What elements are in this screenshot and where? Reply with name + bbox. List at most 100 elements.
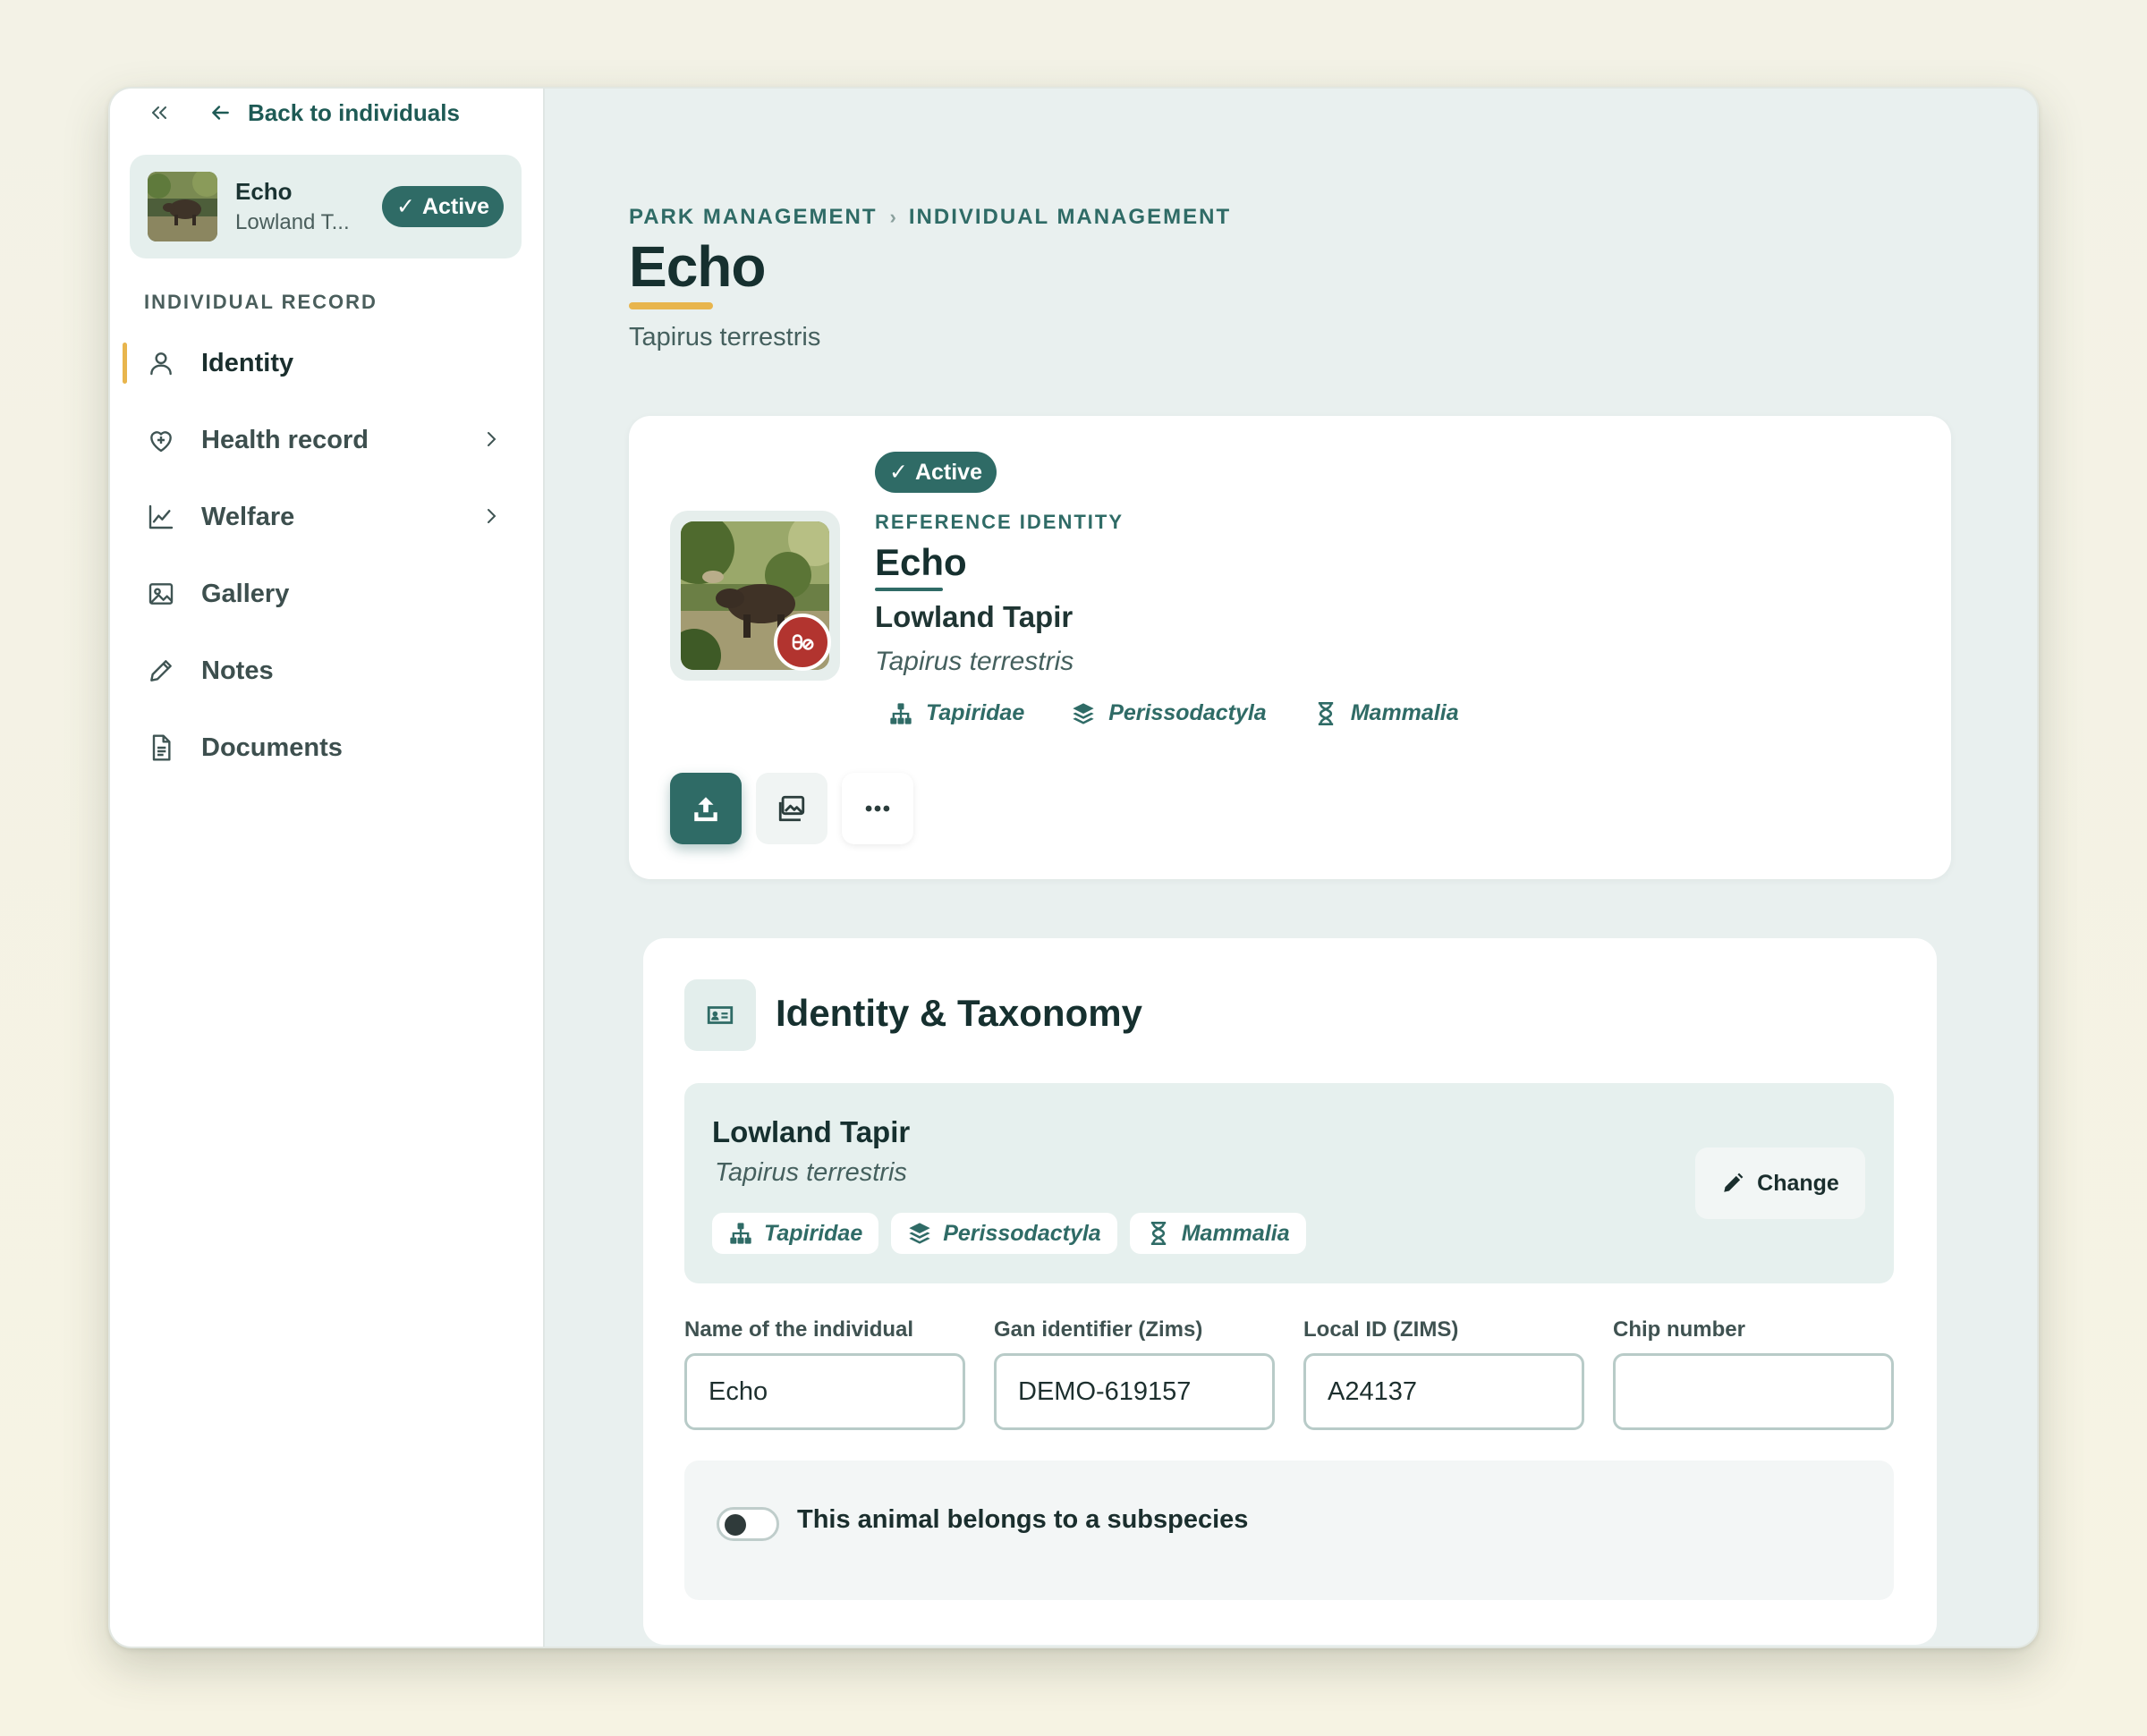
sidebar-item-gallery[interactable]: Gallery [110, 555, 545, 632]
pencil-icon [1724, 1173, 1744, 1192]
species-common-name: Lowland Tapir [712, 1115, 911, 1148]
app-window: Back to individuals Echo Lowland T... ✓ … [108, 87, 2039, 1648]
person-icon [146, 348, 176, 378]
pencil-icon [146, 656, 176, 686]
taxon-label: Mammalia [1350, 700, 1459, 725]
reference-identity-label: REFERENCE IDENTITY [875, 511, 1124, 533]
line-chart-icon [146, 502, 176, 532]
breadcrumb-park-management[interactable]: PARK MANAGEMENT [629, 205, 878, 230]
chevron-right-icon: › [889, 206, 896, 228]
hierarchy-icon [730, 1223, 751, 1244]
check-icon: ✓ [889, 460, 908, 485]
subspecies-toggle[interactable] [717, 1507, 779, 1541]
individual-summary-card[interactable]: Echo Lowland T... ✓ Active [130, 155, 522, 258]
taxon-chip-order: Perissodactyla [891, 1213, 1117, 1254]
sidebar-item-welfare[interactable]: Welfare [110, 478, 545, 555]
individual-name: Echo [235, 178, 293, 205]
gallery-button[interactable] [756, 773, 827, 844]
upload-icon [694, 797, 717, 822]
check-icon: ✓ [396, 194, 415, 219]
taxon-chip-class: Mammalia [1129, 1213, 1306, 1254]
status-label: Active [421, 193, 489, 219]
sidebar-item-notes[interactable]: Notes [110, 632, 545, 709]
gan-identifier-input[interactable] [994, 1353, 1275, 1430]
back-to-individuals-link[interactable]: Back to individuals [208, 99, 460, 127]
back-link-label: Back to individuals [248, 98, 460, 126]
id-card-icon [684, 979, 756, 1051]
sidebar-item-identity[interactable]: Identity [110, 325, 545, 402]
individual-name-input[interactable] [684, 1353, 965, 1430]
layers-icon [909, 1223, 930, 1244]
images-icon [778, 795, 805, 822]
change-species-button[interactable]: Change [1695, 1147, 1865, 1219]
taxon-class: Mammalia [1313, 700, 1459, 726]
collapse-sidebar-icon[interactable] [146, 99, 173, 126]
status-badge: ✓ Active [382, 186, 504, 227]
document-icon [146, 733, 176, 763]
layers-icon [1073, 702, 1094, 724]
sidebar-item-label: Documents [201, 733, 343, 762]
field-gan-identifier: Gan identifier (Zims) [994, 1317, 1275, 1430]
pills-icon[interactable] [774, 614, 831, 671]
field-label: Gan identifier (Zims) [994, 1317, 1203, 1342]
field-local-id: Local ID (ZIMS) [1303, 1317, 1584, 1430]
status-badge: ✓ Active [875, 452, 997, 493]
identity-taxonomy-card: Identity & Taxonomy Lowland Tapir Tapiru… [643, 938, 1937, 1645]
taxon-chip-family: Tapiridae [712, 1213, 879, 1254]
toggle-knob [725, 1514, 746, 1536]
taxonomy-row: Tapiridae Perissodactyla Mammalia [888, 700, 1459, 726]
taxon-order: Perissodactyla [1071, 700, 1267, 726]
hero-name: Echo [875, 541, 967, 583]
hero-photo-frame[interactable] [670, 511, 840, 681]
more-options-button[interactable] [842, 773, 913, 844]
field-label: Local ID (ZIMS) [1303, 1317, 1459, 1342]
card-title: Identity & Taxonomy [776, 992, 1142, 1034]
sidebar-item-label: Health record [201, 425, 369, 454]
hierarchy-icon [890, 702, 912, 724]
upload-button[interactable] [670, 773, 742, 844]
field-individual-name: Name of the individual [684, 1317, 965, 1430]
reference-identity-card: ✓ Active REFERENCE IDENTITY Echo Lowland… [629, 416, 1951, 879]
species-scientific-name: Tapirus terrestris [715, 1158, 907, 1187]
field-label: Name of the individual [684, 1317, 914, 1342]
chip-number-input[interactable] [1613, 1353, 1894, 1430]
title-underline [629, 302, 713, 309]
hourglass-icon [1150, 1222, 1166, 1245]
field-label: Chip number [1613, 1317, 1745, 1342]
local-id-input[interactable] [1303, 1353, 1584, 1430]
image-icon [146, 579, 176, 609]
breadcrumb: PARK MANAGEMENT › INDIVIDUAL MANAGEMENT [629, 205, 1231, 230]
taxonomy-chips: Tapiridae Perissodactyla Mammalia [712, 1213, 1306, 1254]
hero-actions [670, 773, 913, 844]
chip-label: Perissodactyla [943, 1220, 1101, 1246]
more-horizontal-icon [865, 805, 890, 812]
sidebar-nav: Identity Health record Welfare Gallery N… [110, 325, 545, 786]
identity-fields: Name of the individual Gan identifier (Z… [684, 1317, 1894, 1430]
main-content: PARK MANAGEMENT › INDIVIDUAL MANAGEMENT … [545, 89, 2037, 1647]
sidebar-section-label: INDIVIDUAL RECORD [144, 291, 378, 313]
sidebar-item-health-record[interactable]: Health record [110, 402, 545, 478]
sidebar: Back to individuals Echo Lowland T... ✓ … [110, 89, 545, 1647]
page-title: Echo [629, 234, 766, 299]
taxon-label: Tapiridae [926, 700, 1025, 725]
chevron-right-icon [488, 432, 496, 446]
taxon-family: Tapiridae [888, 700, 1024, 726]
field-chip-number: Chip number [1613, 1317, 1894, 1430]
hero-common-name: Lowland Tapir [875, 600, 1074, 633]
sidebar-item-documents[interactable]: Documents [110, 709, 545, 786]
chip-label: Tapiridae [764, 1220, 863, 1246]
chevron-right-icon [488, 509, 496, 523]
hero-scientific-name: Tapirus terrestris [875, 647, 1074, 676]
name-underline [875, 588, 943, 591]
breadcrumb-individual-management[interactable]: INDIVIDUAL MANAGEMENT [909, 205, 1231, 230]
sidebar-item-label: Welfare [201, 502, 295, 531]
species-summary: Lowland Tapir Tapirus terrestris Tapirid… [684, 1083, 1894, 1283]
subspecies-section: This animal belongs to a subspecies [684, 1461, 1894, 1600]
status-label: Active [914, 459, 982, 485]
sidebar-topbar: Back to individuals [146, 96, 460, 130]
hourglass-icon [1318, 701, 1333, 725]
page-subtitle: Tapirus terrestris [629, 323, 821, 351]
chip-label: Mammalia [1181, 1220, 1290, 1246]
heart-plus-icon [146, 425, 176, 455]
individual-thumbnail [148, 172, 217, 241]
